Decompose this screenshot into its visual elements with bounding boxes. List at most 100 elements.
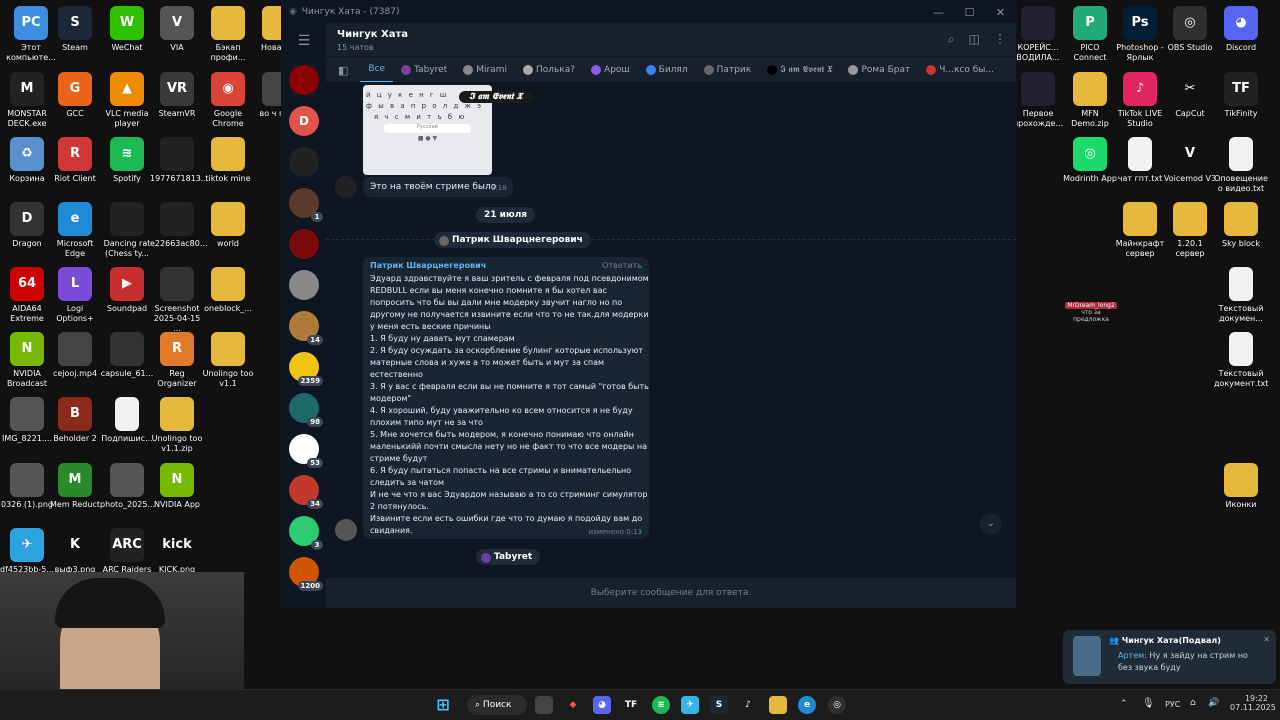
chat-list-avatar[interactable]: D xyxy=(289,106,319,136)
sidebar-toggle-icon[interactable]: ◫ xyxy=(969,32,980,47)
desktop-icon[interactable]: V Voicemod V3 xyxy=(1163,137,1217,184)
desktop-icon[interactable]: 1.20.1 сервер xyxy=(1163,202,1217,259)
message-bubble[interactable]: Это на твоём стриме было 2:18 xyxy=(363,177,513,197)
desktop-icon[interactable]: ✈ df4523bb-5... xyxy=(0,528,54,575)
sender-avatar[interactable] xyxy=(335,176,357,198)
desktop-icon[interactable]: Ps Photoshop - Ярлык xyxy=(1113,6,1167,63)
desktop-icon[interactable]: TF TikFinity xyxy=(1214,72,1268,119)
desktop-icon[interactable]: world xyxy=(201,202,255,249)
chat-list-avatar[interactable]: 53 xyxy=(289,434,323,468)
folder-tab[interactable]: Билял xyxy=(638,65,696,75)
folder-tab[interactable]: Рома Брат xyxy=(840,65,918,75)
desktop-icon[interactable]: L Logi Options+ xyxy=(48,267,102,324)
desktop-icon[interactable]: Kвыф3.png xyxy=(48,528,102,575)
chat-list-avatar[interactable] xyxy=(289,65,319,95)
desktop-icon[interactable]: Майнкрафт сервер xyxy=(1113,202,1167,259)
volume-icon[interactable]: 🔊 xyxy=(1208,698,1219,708)
desktop-icon[interactable]: capsule_61... xyxy=(100,332,154,379)
folder-tab[interactable]: Все xyxy=(360,58,394,82)
desktop-icon[interactable]: ▶ Soundpad xyxy=(100,267,154,314)
spotify-icon[interactable]: ≋ xyxy=(652,696,670,714)
desktop-icon[interactable]: ✂ CapCut xyxy=(1163,72,1217,119)
chat-list-avatar[interactable]: 98 xyxy=(289,393,323,427)
folder-tab[interactable]: 𝕴 𝖆𝖒 𝕰𝖛𝖊𝖓𝖙 𝖃 xyxy=(759,65,840,75)
desktop-icon[interactable]: tiktok mine xyxy=(201,137,255,184)
obs-icon[interactable]: ◎ xyxy=(828,696,846,714)
desktop-icon[interactable]: Текстовый докумен... xyxy=(1214,267,1268,324)
tray-chevron-icon[interactable]: ⌃ xyxy=(1120,699,1128,709)
folder-tab[interactable]: Ч...ксо бы... xyxy=(918,65,1002,75)
folder-tab[interactable]: Mirami xyxy=(455,65,515,75)
desktop-icon[interactable]: ♻ Корзина xyxy=(0,137,54,184)
message-sender[interactable]: Патрик Шварцнегерович xyxy=(370,261,486,270)
app-icon[interactable]: ◆ xyxy=(564,696,582,714)
desktop-icon[interactable]: M Mem Reduct xyxy=(48,463,102,510)
desktop-icon[interactable]: ≋ Spotify xyxy=(100,137,154,184)
desktop-icon[interactable]: Подпишис... xyxy=(100,397,154,444)
hamburger-menu-icon[interactable]: ☰ xyxy=(282,33,326,49)
chat-list-avatar[interactable]: 14 xyxy=(289,311,323,345)
desktop-icon[interactable]: oneblock_... xyxy=(201,267,255,314)
desktop-icon[interactable]: R Reg Organizer xyxy=(150,332,204,389)
chat-list-avatar[interactable] xyxy=(289,147,319,177)
close-button[interactable]: ✕ xyxy=(985,6,1016,19)
search-icon[interactable]: ⌕ xyxy=(948,32,955,47)
microphone-icon[interactable]: 🎙 xyxy=(1142,698,1155,709)
desktop-icon[interactable]: IMG_8221.... xyxy=(0,397,54,444)
desktop-icon[interactable]: S Steam xyxy=(48,6,102,53)
minimize-button[interactable]: — xyxy=(923,6,954,19)
chat-list-avatar[interactable]: 2359 xyxy=(289,352,323,386)
desktop-icon[interactable]: G GCC xyxy=(48,72,102,119)
maximize-button[interactable]: ☐ xyxy=(954,6,985,19)
desktop-icon[interactable]: ♪ TikTok LIVE Studio xyxy=(1113,72,1167,129)
panel-toggle-icon[interactable]: ◧ xyxy=(326,64,360,77)
chat-title[interactable]: Чингук Хата xyxy=(337,29,408,40)
chat-list-avatar[interactable]: 34 xyxy=(289,475,323,509)
taskbar-search[interactable]: ⌕ Поиск xyxy=(467,695,527,715)
explorer-icon[interactable] xyxy=(769,696,787,714)
desktop-icon[interactable]: Screenshot 2025-04-15 ... xyxy=(150,267,204,334)
desktop-icon[interactable]: Оповещение о видео.txt xyxy=(1214,137,1268,194)
edge-icon[interactable]: e xyxy=(798,696,816,714)
scroll-down-button[interactable]: ⌄ xyxy=(980,513,1002,535)
desktop-icon[interactable]: Sky block xyxy=(1214,202,1268,249)
desktop-icon[interactable]: ARC ARC Raiders xyxy=(100,528,154,575)
desktop-icon[interactable]: M MONSTAR DECK.exe xyxy=(0,72,54,129)
desktop-icon[interactable]: P PICO Connect xyxy=(1063,6,1117,63)
desktop-icon[interactable]: e Microsoft Edge xyxy=(48,202,102,259)
notification-toast[interactable]: 👥 Чингук Хата(Подвал) Артем: Ну я зайду … xyxy=(1063,630,1276,684)
network-icon[interactable]: ⌂ xyxy=(1190,698,1196,708)
tikfinity-icon[interactable]: TF xyxy=(622,696,640,714)
close-icon[interactable]: ✕ xyxy=(1263,635,1270,644)
desktop-icon[interactable]: B Beholder 2 xyxy=(48,397,102,444)
desktop-icon[interactable]: cejooj.mp4 xyxy=(48,332,102,379)
desktop-icon[interactable]: R Riot Client xyxy=(48,137,102,184)
desktop-icon[interactable]: W WeChat xyxy=(100,6,154,53)
task-view-icon[interactable] xyxy=(535,696,553,714)
desktop-icon[interactable]: ▲ VLC media player xyxy=(100,72,154,129)
clock[interactable]: 19:22 07.11.2025 xyxy=(1230,694,1276,712)
folder-tab[interactable]: Полька? xyxy=(515,65,583,75)
desktop-icon[interactable]: Текстовый документ.txt xyxy=(1214,332,1268,389)
discord-icon[interactable]: ◕ xyxy=(593,696,611,714)
steam-icon[interactable]: S xyxy=(710,696,728,714)
folder-tab[interactable]: Арош xyxy=(583,65,638,75)
folder-tab[interactable]: Tabyret xyxy=(393,65,455,75)
desktop-icon[interactable]: Первое прохожде... xyxy=(1011,72,1065,129)
desktop-icon[interactable]: kick KICK.png xyxy=(150,528,204,575)
chat-list-avatar[interactable]: 3 xyxy=(289,516,323,550)
desktop-icon[interactable]: V VIA xyxy=(150,6,204,53)
telegram-icon[interactable]: ✈ xyxy=(681,696,699,714)
desktop-icon[interactable]: ◕ Discord xyxy=(1214,6,1268,53)
desktop-icon[interactable]: 0326 (1).png xyxy=(0,463,54,510)
desktop-icon[interactable]: чат гпт.txt xyxy=(1113,137,1167,184)
desktop-icon[interactable]: D Dragon xyxy=(0,202,54,249)
desktop-icon[interactable]: Unolingo too v1.1.zip xyxy=(150,397,204,454)
chat-list-avatar[interactable] xyxy=(289,270,319,300)
desktop-icon[interactable]: Unolingo too v1.1 xyxy=(201,332,255,389)
chat-list-avatar[interactable]: 1 xyxy=(289,188,323,222)
language-indicator[interactable]: РУС xyxy=(1165,700,1180,709)
desktop-icon[interactable]: N NVIDIA App xyxy=(150,463,204,510)
desktop-icon[interactable]: Иконки xyxy=(1214,463,1268,510)
desktop-icon[interactable]: Бэкап профи... xyxy=(201,6,255,63)
